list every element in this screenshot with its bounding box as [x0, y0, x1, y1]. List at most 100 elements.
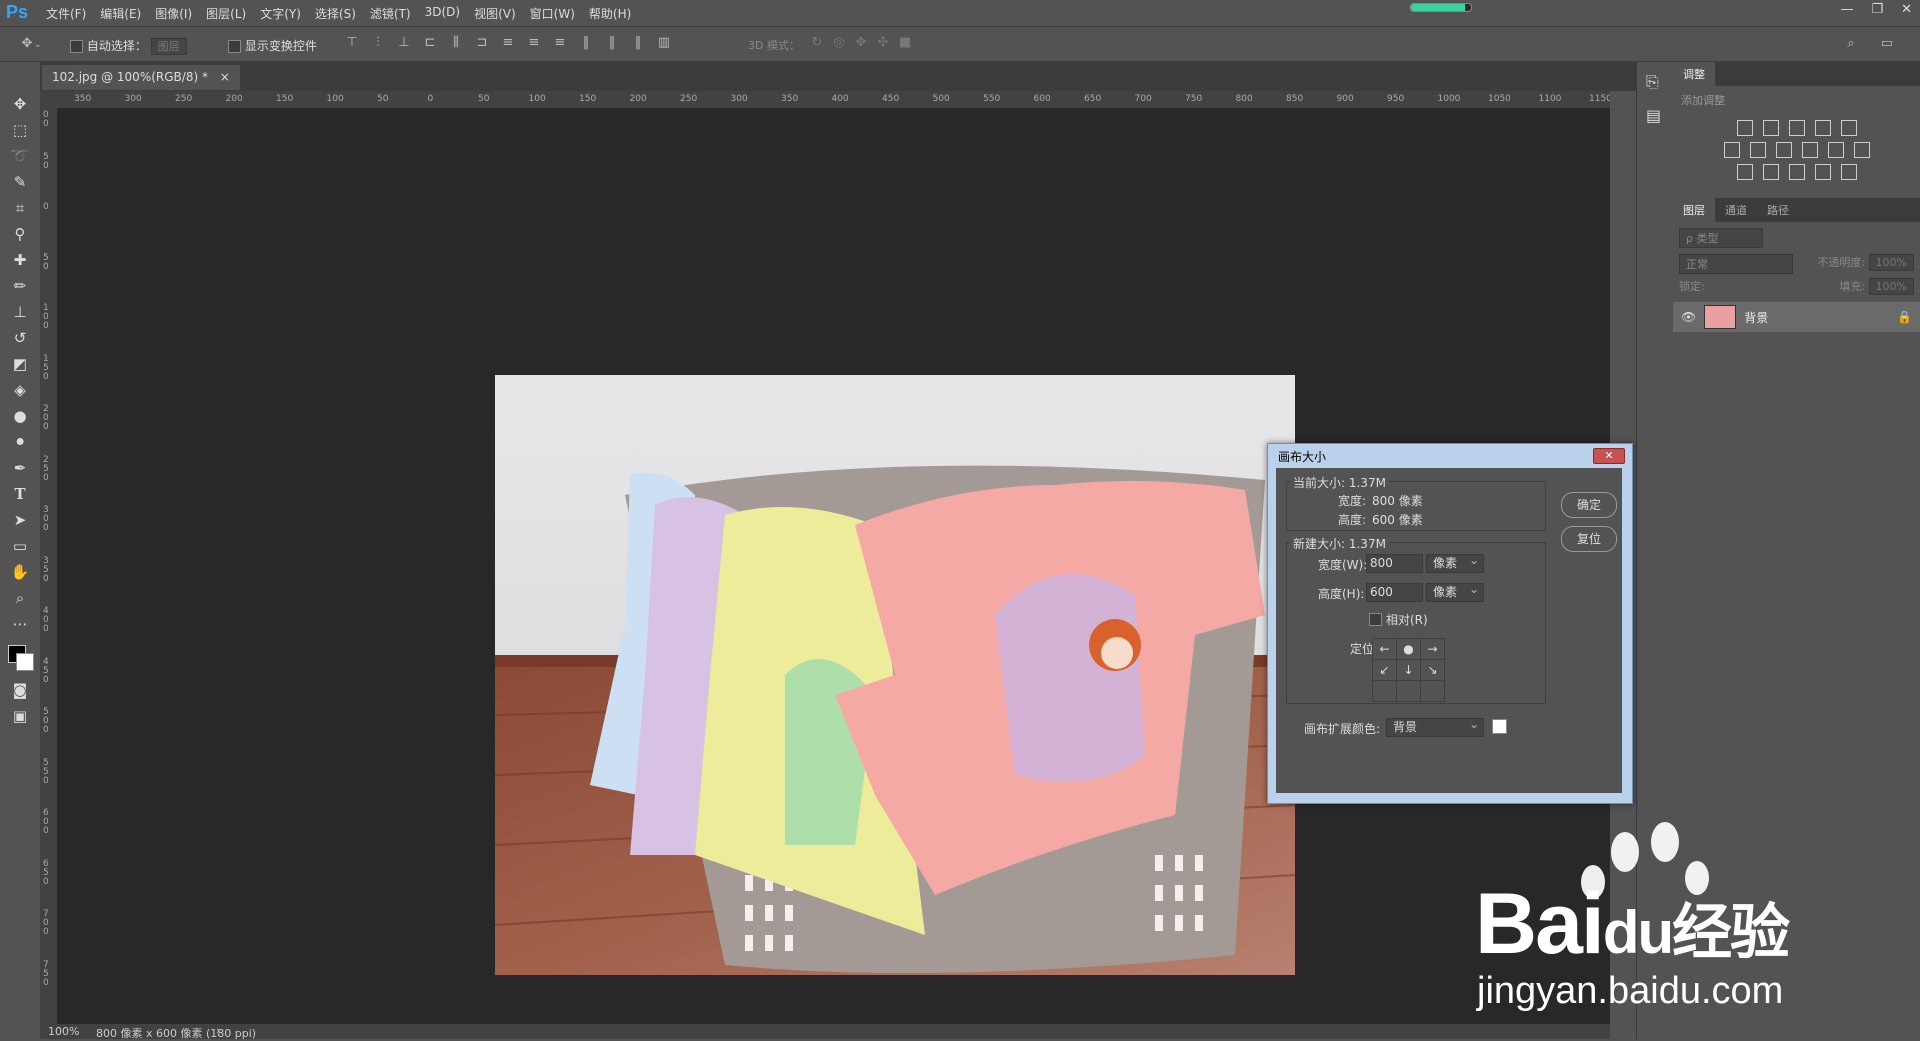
history-brush-tool-icon[interactable]: ↺	[0, 325, 40, 351]
ext-color-dropdown[interactable]: 背景	[1386, 716, 1484, 737]
width-unit-dropdown[interactable]: 像素	[1426, 552, 1484, 573]
layer-name[interactable]: 背景	[1744, 309, 1889, 326]
menu-image[interactable]: 图像(I)	[155, 5, 192, 22]
search-icon[interactable]: ⌕	[1844, 36, 1858, 51]
relative-checkbox[interactable]	[1369, 613, 1382, 626]
align-top-icon[interactable]: ⊤	[345, 36, 359, 50]
menu-window[interactable]: 窗口(W)	[530, 5, 575, 22]
fill-input[interactable]: 100%	[1868, 278, 1914, 295]
blur-tool-icon[interactable]: ●	[0, 403, 40, 429]
menu-help[interactable]: 帮助(H)	[589, 5, 631, 22]
zoom-tool-icon[interactable]: ⌕	[0, 585, 40, 611]
drag-3d-icon[interactable]: ✥	[854, 36, 868, 50]
menu-view[interactable]: 视图(V)	[474, 5, 516, 22]
anchor-top-left[interactable]: ←	[1372, 638, 1397, 660]
height-input[interactable]: 600	[1366, 583, 1423, 602]
color-balance-icon[interactable]	[1749, 142, 1766, 158]
brightness-icon[interactable]	[1736, 120, 1753, 136]
align-bottom-icon[interactable]: ⊥	[397, 36, 411, 50]
lasso-tool-icon[interactable]: ➰	[0, 143, 40, 169]
tab-paths[interactable]: 路径	[1757, 198, 1799, 222]
auto-select-checkbox[interactable]	[70, 40, 83, 53]
document-tab[interactable]: 102.jpg @ 100%(RGB/8) * ×	[42, 65, 240, 90]
invert-icon[interactable]	[1736, 164, 1753, 180]
height-unit-dropdown[interactable]: 像素	[1426, 581, 1484, 602]
tab-close-icon[interactable]: ×	[220, 70, 230, 84]
type-tool-icon[interactable]: T	[0, 481, 40, 507]
anchor-middle-right[interactable]: ↘	[1420, 659, 1445, 681]
align-right-icon[interactable]: ⊐	[475, 36, 489, 50]
levels-icon[interactable]	[1762, 120, 1779, 136]
distribute-left-icon[interactable]: ‖	[579, 36, 593, 50]
anchor-top-center[interactable]: ●	[1396, 638, 1421, 660]
rectangle-tool-icon[interactable]: ▭	[0, 533, 40, 559]
tab-layers[interactable]: 图层	[1673, 198, 1715, 222]
menu-type[interactable]: 文字(Y)	[260, 5, 301, 22]
anchor-bottom-center[interactable]	[1396, 680, 1421, 702]
anchor-bottom-right[interactable]	[1420, 680, 1445, 702]
menu-filter[interactable]: 滤镜(T)	[370, 5, 411, 22]
menu-layer[interactable]: 图层(L)	[206, 5, 246, 22]
more-tools-icon[interactable]: ⋯	[0, 611, 40, 637]
tab-adjustments[interactable]: 调整	[1673, 62, 1715, 86]
auto-select-dropdown[interactable]: 图层	[150, 38, 187, 55]
reset-button[interactable]: 复位	[1561, 526, 1617, 552]
properties-panel-icon[interactable]: ▤	[1646, 106, 1661, 125]
align-vcenter-icon[interactable]: ⫶	[371, 36, 385, 50]
brush-tool-icon[interactable]: ✏	[0, 273, 40, 299]
menu-3d[interactable]: 3D(D)	[425, 5, 460, 22]
minimize-icon[interactable]: —	[1840, 2, 1853, 17]
scale-3d-icon[interactable]: ■	[898, 36, 912, 50]
align-hcenter-icon[interactable]: ⫼	[449, 36, 463, 50]
paint-bucket-tool-icon[interactable]: ◈	[0, 377, 40, 403]
workspace-icon[interactable]: ▭	[1880, 36, 1894, 51]
quick-mask-icon[interactable]: ◙	[0, 677, 40, 703]
dodge-tool-icon[interactable]: ⚫	[0, 429, 40, 455]
photo-filter-icon[interactable]	[1801, 142, 1818, 158]
crop-tool-icon[interactable]: ⌗	[0, 195, 40, 221]
width-input[interactable]: 800	[1366, 554, 1423, 573]
align-left-icon[interactable]: ⊏	[423, 36, 437, 50]
eraser-tool-icon[interactable]: ◩	[0, 351, 40, 377]
move-tool-icon[interactable]: ✥ ⌄	[20, 36, 42, 51]
anchor-middle-center[interactable]: ↓	[1396, 659, 1421, 681]
gradient-map-icon[interactable]	[1840, 164, 1857, 180]
healing-brush-tool-icon[interactable]: ✚	[0, 247, 40, 273]
slide-3d-icon[interactable]: ✣	[876, 36, 890, 50]
tab-channels[interactable]: 通道	[1715, 198, 1757, 222]
distribute-bottom-icon[interactable]: ≡	[553, 36, 567, 50]
dialog-close-button[interactable]: ✕	[1593, 448, 1625, 464]
curves-icon[interactable]	[1788, 120, 1805, 136]
show-transform-checkbox[interactable]	[228, 40, 241, 53]
selective-color-icon[interactable]	[1814, 164, 1831, 180]
history-panel-icon[interactable]: ⎘	[1646, 72, 1659, 92]
distribute-hcenter-icon[interactable]: ‖	[605, 36, 619, 50]
ext-color-swatch[interactable]	[1492, 719, 1507, 734]
eye-icon[interactable]: 👁	[1681, 310, 1696, 324]
vibrance-icon[interactable]	[1840, 120, 1857, 136]
exposure-icon[interactable]	[1814, 120, 1831, 136]
menu-edit[interactable]: 编辑(E)	[100, 5, 141, 22]
layer-row[interactable]: 👁 背景 🔒	[1673, 302, 1920, 332]
status-expand-icon[interactable]: ›	[216, 1024, 220, 1037]
orbit-3d-icon[interactable]: ↻	[810, 36, 824, 50]
menu-select[interactable]: 选择(S)	[315, 5, 356, 22]
close-icon[interactable]: ✕	[1901, 2, 1912, 17]
distribute-top-icon[interactable]: ≡	[501, 36, 515, 50]
quick-select-tool-icon[interactable]: ✎	[0, 169, 40, 195]
channel-mixer-icon[interactable]	[1827, 142, 1844, 158]
hand-tool-icon[interactable]: ✋	[0, 559, 40, 585]
color-lookup-icon[interactable]	[1853, 142, 1870, 158]
restore-icon[interactable]: ❐	[1871, 2, 1883, 17]
pen-tool-icon[interactable]: ✒	[0, 455, 40, 481]
threshold-icon[interactable]	[1788, 164, 1805, 180]
background-color-swatch[interactable]	[16, 653, 34, 671]
screen-mode-icon[interactable]: ▣	[0, 703, 40, 729]
blend-mode-dropdown[interactable]: 正常	[1679, 254, 1793, 274]
layer-filter-dropdown[interactable]: ρ 类型	[1679, 228, 1763, 248]
dialog-titlebar[interactable]: 画布大小 ✕	[1268, 444, 1632, 466]
move-tool-icon[interactable]: ✥	[0, 91, 40, 117]
menu-file[interactable]: 文件(F)	[46, 5, 86, 22]
roll-3d-icon[interactable]: ◎	[832, 36, 846, 50]
anchor-top-right[interactable]: →	[1420, 638, 1445, 660]
